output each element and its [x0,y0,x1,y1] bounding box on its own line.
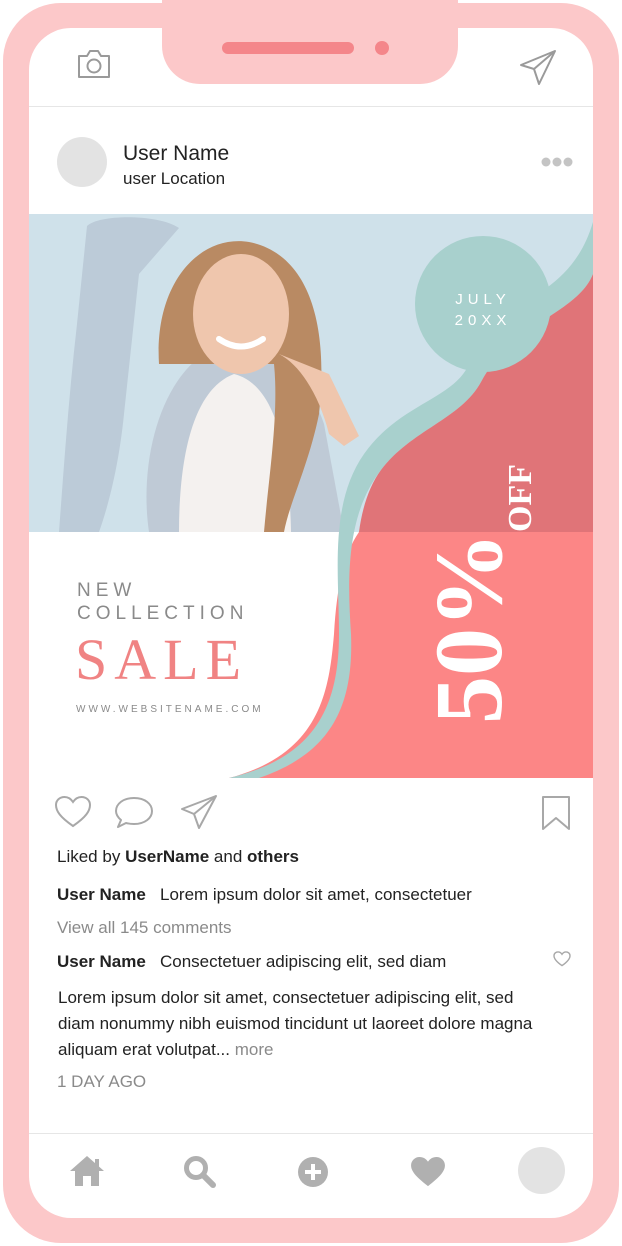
ad-year: 20XX [455,312,512,329]
likes-prefix: Liked by [57,847,121,866]
post-user-location[interactable]: user Location [123,169,225,189]
header-divider [29,106,593,107]
ad-line1: NEW [77,580,136,601]
search-icon[interactable] [183,1155,217,1189]
add-icon[interactable] [296,1155,330,1189]
caption-text: Lorem ipsum dolor sit amet, consectetuer… [58,988,533,1059]
post-caption: Lorem ipsum dolor sit amet, consectetuer… [58,985,538,1063]
ad-discount: 50% [415,532,522,724]
home-icon[interactable] [68,1154,106,1188]
ad-off: OFF [502,464,539,532]
ad-headline: SALE [75,627,248,692]
share-icon[interactable] [180,794,218,830]
view-all-comments[interactable]: View all 145 comments [57,918,232,938]
ad-line2: COLLECTION [77,603,248,624]
phone-camera-dot [375,41,389,55]
ad-month: JULY [455,291,511,308]
sale-banner: JULY 20XX NEW COLLECTION SALE WWW.WEBSIT… [29,214,593,778]
comment-text: Lorem ipsum dolor sit amet, consectetuer [160,885,472,904]
comment-user[interactable]: User Name [57,885,146,904]
more-icon[interactable] [541,157,573,167]
comment-user[interactable]: User Name [57,952,146,971]
post-image[interactable]: JULY 20XX NEW COLLECTION SALE WWW.WEBSIT… [29,214,593,778]
comment-like-icon[interactable] [553,951,571,967]
post-user-name[interactable]: User Name [123,142,229,166]
comment-icon[interactable] [114,795,154,829]
comment-text: Consectetuer adipiscing elit, sed diam [160,952,447,971]
comment-row: User Name Lorem ipsum dolor sit amet, co… [57,885,472,905]
camera-icon[interactable] [76,48,112,80]
send-icon[interactable] [519,49,557,87]
profile-avatar[interactable] [518,1147,565,1194]
avatar[interactable] [57,137,107,187]
likes-others[interactable]: others [247,847,299,866]
heart-icon[interactable] [54,795,92,829]
activity-icon[interactable] [410,1156,446,1188]
comment-row: User Name Consectetuer adipiscing elit, … [57,952,446,972]
likes-user[interactable]: UserName [125,847,209,866]
likes-line: Liked by UserName and others [57,847,299,867]
nav-divider [29,1133,593,1134]
more-link[interactable]: more [235,1040,274,1059]
likes-and: and [213,847,243,866]
bookmark-icon[interactable] [541,795,571,831]
phone-speaker [222,42,354,54]
ad-website: WWW.WEBSITENAME.COM [76,704,264,715]
post-time: 1 DAY AGO [57,1072,147,1091]
